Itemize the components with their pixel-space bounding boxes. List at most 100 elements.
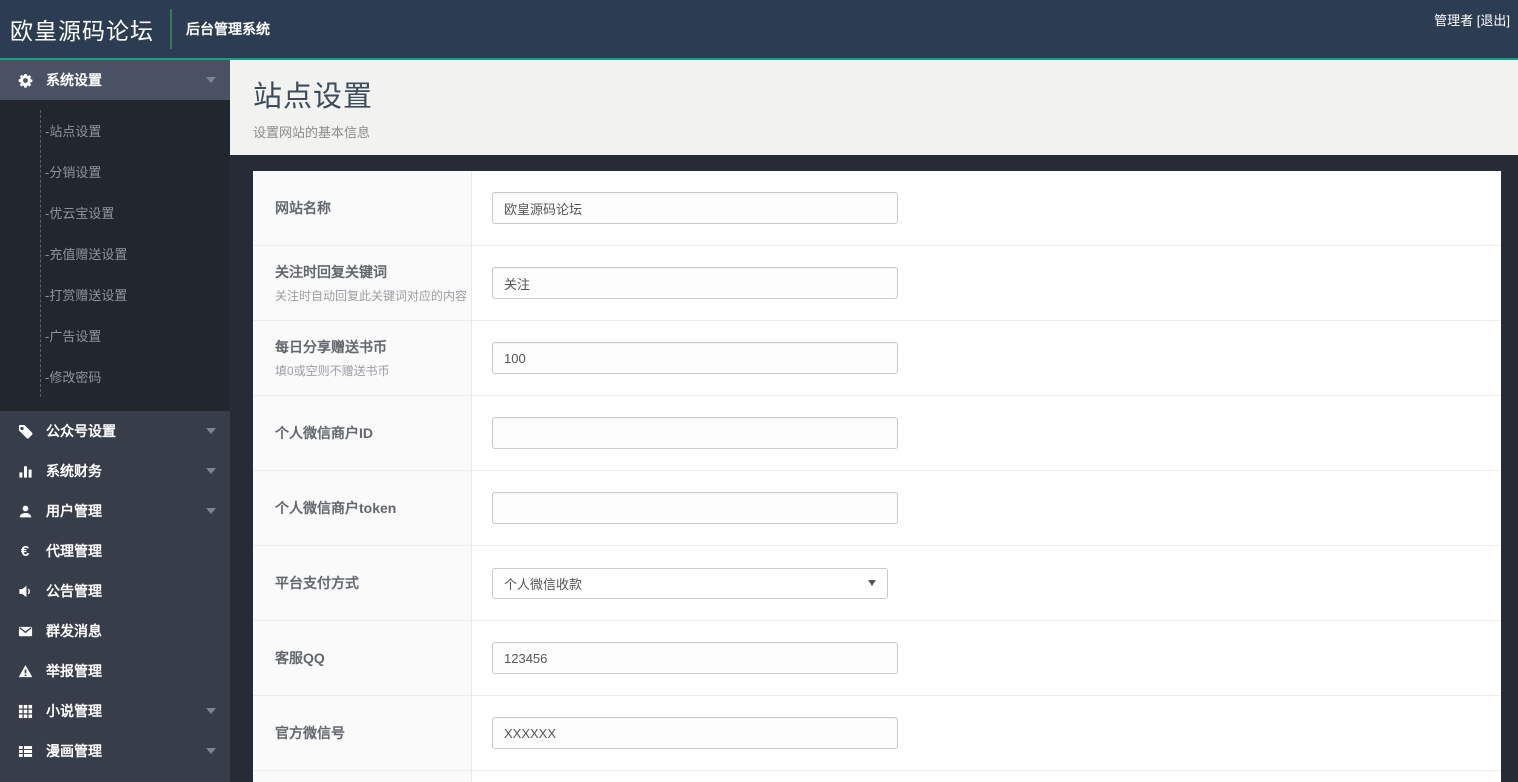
official-wechat-input[interactable]: [492, 717, 898, 749]
field-label-cell: 网站名称: [253, 171, 472, 245]
row-service-qq: 客服QQ: [253, 621, 1501, 696]
submenu-item-ad-settings[interactable]: -广告设置: [41, 315, 230, 356]
sidebar-item-agents[interactable]: € 代理管理: [0, 531, 230, 571]
field-label-cell: 个人微信商户token: [253, 471, 472, 545]
sidebar-item-announcements[interactable]: 公告管理: [0, 571, 230, 611]
follow-reply-keyword-input[interactable]: [492, 267, 898, 299]
field-input-cell: [472, 321, 1501, 395]
field-label-cell: 关注时回复关键词 关注时自动回复此关键词对应的内容: [253, 246, 472, 320]
chevron-down-icon: [206, 748, 216, 754]
submenu-item-youyunbao-settings[interactable]: -优云宝设置: [41, 192, 230, 233]
field-label: 个人微信商户token: [275, 500, 397, 516]
chevron-down-icon: [206, 708, 216, 714]
field-label-cell: [253, 771, 472, 782]
row-site-name: 网站名称: [253, 171, 1501, 246]
sidebar-nav: 系统设置 -站点设置 -分销设置 -优云宝设置 -充值赠送设置 -打赏赠送设置 …: [0, 60, 230, 782]
page-subtitle: 设置网站的基本信息: [253, 125, 371, 140]
site-name-input[interactable]: [492, 192, 898, 224]
submenu-item-distribution-settings[interactable]: -分销设置: [41, 151, 230, 192]
tag-icon: [14, 424, 36, 439]
top-header-bar: 欧皇源码论坛 后台管理系统 管理者 [退出]: [0, 0, 1518, 58]
row-payment-method: 平台支付方式 个人微信收款: [253, 546, 1501, 621]
list-icon: [14, 744, 36, 759]
service-qq-input[interactable]: [492, 642, 898, 674]
sidebar-item-users[interactable]: 用户管理: [0, 491, 230, 531]
sidebar-item-bulk-messages[interactable]: 群发消息: [0, 611, 230, 651]
row-official-wechat: 官方微信号: [253, 696, 1501, 771]
field-input-cell: [472, 471, 1501, 545]
wechat-merchant-token-input[interactable]: [492, 492, 898, 524]
daily-share-coins-input[interactable]: [492, 342, 898, 374]
field-hint: 关注时自动回复此关键词对应的内容: [275, 289, 468, 303]
warning-icon: [14, 664, 36, 679]
field-label: 客服QQ: [275, 650, 325, 666]
payment-method-selected-value: 个人微信收款: [504, 576, 583, 592]
bullhorn-icon: [14, 584, 36, 599]
current-user-link[interactable]: 管理者: [1434, 13, 1473, 28]
user-menu: 管理者 [退出]: [1434, 10, 1510, 29]
bar-chart-icon: [14, 464, 36, 479]
submenu-item-recharge-bonus-settings[interactable]: -充值赠送设置: [41, 233, 230, 274]
row-daily-share-coins: 每日分享赠送书币 填0或空则不赠送书币: [253, 321, 1501, 396]
sidebar-item-comics[interactable]: 漫画管理: [0, 731, 230, 771]
envelope-icon: [14, 624, 36, 639]
accent-divider-line: [0, 58, 1518, 60]
chevron-down-icon: [206, 508, 216, 514]
row-follow-reply-keyword: 关注时回复关键词 关注时自动回复此关键词对应的内容: [253, 246, 1501, 321]
settings-form-panel: 网站名称 关注时回复关键词 关注时自动回复此关键词对应的内容 每日分享赠送书币 …: [253, 171, 1501, 782]
sidebar-item-label: 漫画管理: [46, 743, 102, 759]
field-hint: 填0或空则不赠送书币: [275, 364, 390, 378]
sidebar-item-label: 公众号设置: [46, 423, 116, 439]
field-label-cell: 个人微信商户ID: [253, 396, 472, 470]
grid-icon: [14, 704, 36, 719]
sidebar-item-official-account[interactable]: 公众号设置: [0, 411, 230, 451]
sidebar-item-audiobooks[interactable]: 听书管理: [0, 771, 230, 782]
admin-system-label: 后台管理系统: [186, 21, 270, 37]
field-input-cell: [472, 246, 1501, 320]
field-input-cell: [472, 396, 1501, 470]
field-label: 关注时回复关键词: [275, 264, 387, 280]
sidebar-item-reports[interactable]: 举报管理: [0, 651, 230, 691]
sidebar-item-label: 小说管理: [46, 703, 102, 719]
field-input-cell: [472, 696, 1501, 770]
chevron-down-icon: [206, 468, 216, 474]
logout-link[interactable]: [退出]: [1477, 13, 1510, 28]
sidebar-item-finance[interactable]: 系统财务: [0, 451, 230, 491]
sidebar-item-system-settings[interactable]: 系统设置: [0, 60, 230, 100]
field-label: 官方微信号: [275, 725, 345, 741]
row-partial-next: [253, 771, 1501, 782]
system-settings-submenu: -站点设置 -分销设置 -优云宝设置 -充值赠送设置 -打赏赠送设置 -广告设置…: [0, 100, 230, 411]
sidebar-item-label: 系统设置: [46, 72, 102, 88]
sidebar-item-label: 系统财务: [46, 463, 102, 479]
content-area: 网站名称 关注时回复关键词 关注时自动回复此关键词对应的内容 每日分享赠送书币 …: [230, 155, 1518, 782]
submenu-dashed-guide: -站点设置 -分销设置 -优云宝设置 -充值赠送设置 -打赏赠送设置 -广告设置…: [40, 110, 230, 397]
field-input-cell: [472, 171, 1501, 245]
chevron-down-icon: [206, 77, 216, 83]
page-header: 站点设置 设置网站的基本信息: [230, 60, 1518, 155]
page-title: 站点设置: [253, 81, 374, 113]
field-label: 每日分享赠送书币: [275, 339, 387, 355]
field-label-cell: 平台支付方式: [253, 546, 472, 620]
payment-method-select[interactable]: 个人微信收款: [492, 567, 888, 599]
euro-icon: €: [20, 542, 30, 560]
submenu-item-change-password[interactable]: -修改密码: [41, 356, 230, 397]
user-icon: [14, 504, 36, 519]
sidebar-item-label: 代理管理: [46, 543, 102, 559]
field-label: 个人微信商户ID: [275, 425, 373, 441]
wechat-merchant-id-input[interactable]: [492, 417, 898, 449]
select-dropdown-arrow-icon: [868, 580, 876, 586]
submenu-item-reward-bonus-settings[interactable]: -打赏赠送设置: [41, 274, 230, 315]
field-label: 平台支付方式: [275, 575, 359, 591]
sidebar-item-label: 公告管理: [46, 583, 102, 599]
site-logo[interactable]: 欧皇源码论坛: [10, 12, 154, 46]
field-label-cell: 每日分享赠送书币 填0或空则不赠送书币: [253, 321, 472, 395]
brand-area: 欧皇源码论坛 后台管理系统: [10, 0, 270, 58]
field-input-cell: [472, 621, 1501, 695]
submenu-item-site-settings[interactable]: -站点设置: [41, 110, 230, 151]
sidebar-item-novels[interactable]: 小说管理: [0, 691, 230, 731]
sidebar-item-label: 用户管理: [46, 503, 102, 519]
row-wechat-merchant-token: 个人微信商户token: [253, 471, 1501, 546]
sidebar-item-label: 举报管理: [46, 663, 102, 679]
field-label: 网站名称: [275, 200, 331, 216]
field-label-cell: 客服QQ: [253, 621, 472, 695]
